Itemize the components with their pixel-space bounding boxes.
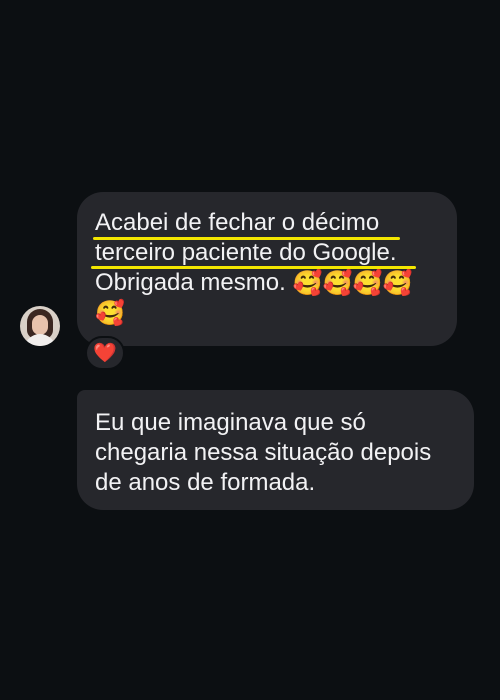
message-line: Eu que imaginava que só [95,409,366,436]
heart-icon: ❤️ [93,343,117,364]
heart-reaction-badge[interactable]: ❤️ [85,336,125,370]
message-line: 🥰 [95,299,439,330]
smiling-face-with-hearts-emoji: 🥰 [322,269,353,297]
message-line: Acabei de fechar o décimo [95,209,380,236]
avatar-face [32,315,48,335]
smiling-face-with-hearts-emoji: 🥰 [382,269,413,297]
sender-avatar[interactable] [20,306,60,346]
message-line: terceiro paciente do Google. [95,239,397,266]
message-bubble[interactable]: Acabei de fechar o décimo terceiro pacie… [77,192,457,346]
smiling-face-with-hearts-emoji: 🥰 [292,269,323,297]
message-line: chegaria nessa situação depois [95,439,432,466]
highlight-underline [91,266,416,269]
message-text: Obrigada mesmo. [95,269,286,296]
message-line: Obrigada mesmo. 🥰🥰🥰🥰 [95,268,439,299]
message-line: de anos de formada. [95,469,316,496]
smiling-face-with-hearts-emoji: 🥰 [352,269,383,297]
chat-thread: Acabei de fechar o décimo terceiro pacie… [0,0,500,700]
message-bubble[interactable]: Eu que imaginava que só chegaria nessa s… [77,390,474,510]
smiling-face-with-hearts-emoji: 🥰 [95,300,125,328]
highlight-underline [93,237,400,240]
